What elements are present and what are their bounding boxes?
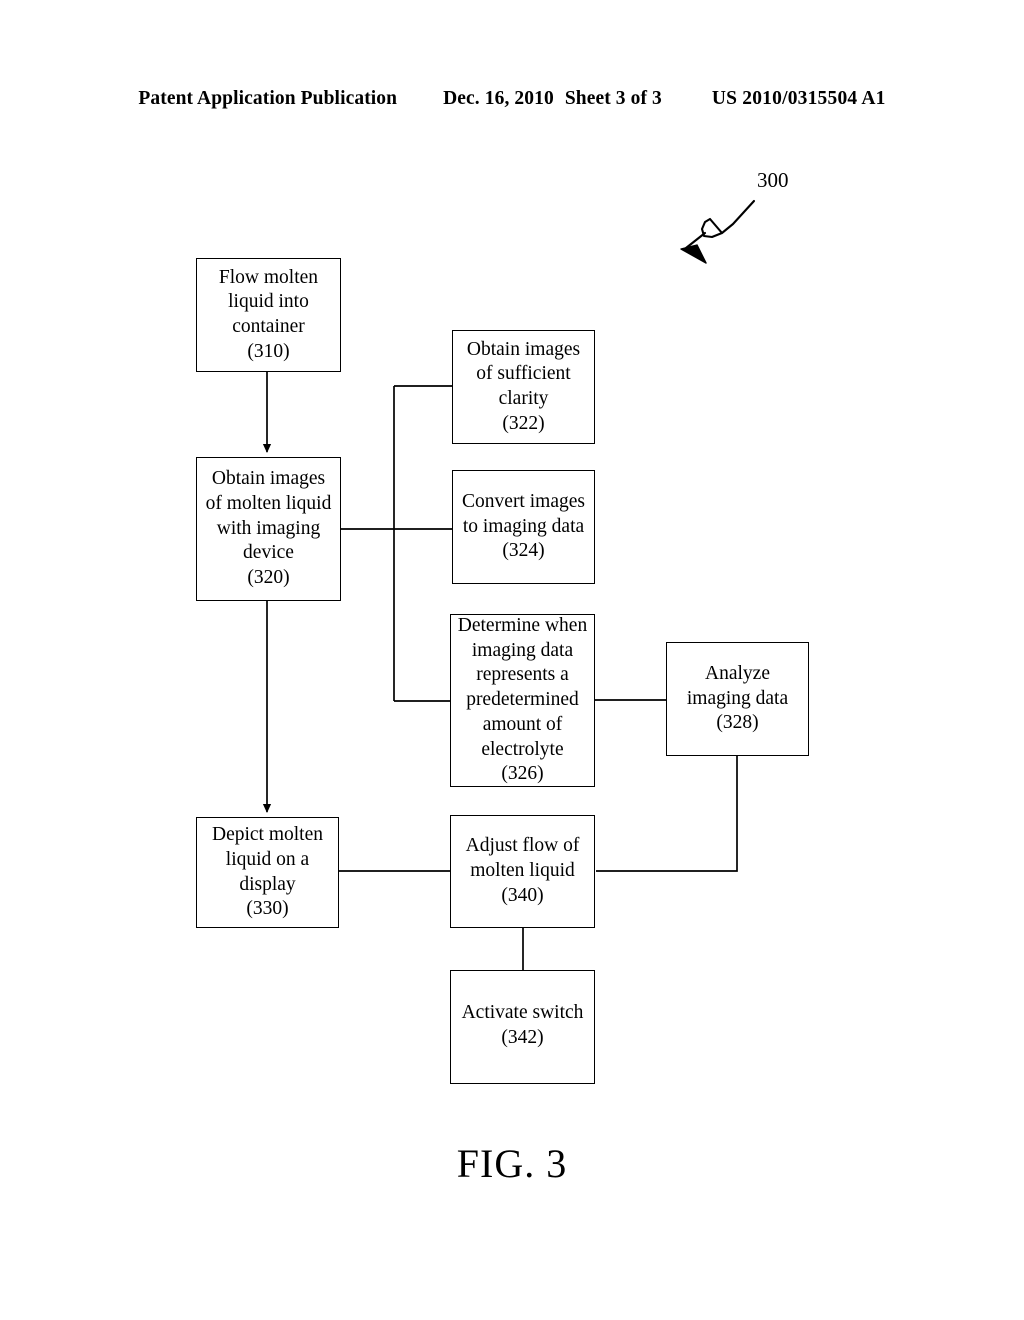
flow-box-328-line-2: imaging data — [686, 687, 789, 709]
flow-box-310-line-2: liquid into — [228, 291, 309, 313]
flow-box-322: Obtain images of sufficient clarity (322… — [452, 330, 595, 444]
connector-328-to-340 — [596, 756, 738, 872]
flow-box-328: Analyze imaging data (328) — [666, 642, 809, 756]
flow-box-310-line-1: Flow molten — [218, 266, 319, 288]
reference-lead-arrowhead-icon — [680, 244, 707, 264]
flow-box-320: Obtain images of molten liquid with imag… — [196, 457, 341, 601]
flow-box-310: Flow molten liquid into container (310) — [196, 258, 341, 372]
flow-box-310-line-3: container — [232, 316, 305, 337]
flow-box-330-ref: (330) — [246, 898, 289, 920]
flow-box-342-line-1: Activate switch — [461, 1002, 584, 1023]
flow-box-342: Activate switch (342) — [450, 970, 595, 1084]
flow-box-320-line-2: of molten liquid — [205, 492, 332, 514]
flow-box-326-line-3: represents a — [476, 664, 569, 686]
flow-box-326-ref: (326) — [501, 763, 544, 785]
flow-box-320-ref: (320) — [247, 567, 290, 589]
flow-box-326: Determine when imaging data represents a… — [450, 614, 595, 787]
flow-box-340-ref: (340) — [501, 884, 544, 906]
flow-box-328-line-1: Analyze — [705, 662, 770, 684]
flow-box-310-ref: (310) — [247, 340, 290, 362]
flow-box-326-line-6: electrolyte — [481, 738, 564, 760]
flow-box-320-line-1: Obtain images — [211, 468, 326, 490]
flow-box-330-line-1: Depict molten — [211, 824, 323, 845]
flow-box-340-line-1: Adjust flow of — [465, 835, 580, 857]
flow-box-324-ref: (324) — [502, 540, 545, 562]
flow-box-340: Adjust flow of molten liquid (340) — [450, 815, 595, 928]
reference-lead-line-icon — [700, 199, 756, 239]
flow-box-322-ref: (322) — [502, 412, 545, 434]
flow-box-326-line-2: imaging data — [471, 639, 574, 661]
figure-caption: FIG. 3 — [456, 1141, 568, 1186]
flow-box-326-line-4: predetermined — [466, 689, 579, 711]
flow-box-322-line-2: of sufficient — [476, 363, 571, 385]
flow-box-340-line-2: molten liquid — [470, 860, 575, 882]
flow-box-320-line-3: with imaging — [216, 517, 321, 539]
flow-box-342-ref: (342) — [501, 1026, 544, 1048]
flow-box-324: Convert images to imaging data (324) — [452, 470, 595, 584]
flowchart-figure: 300 Flow molten liquid into container (3… — [0, 0, 1024, 1320]
flow-box-330-line-2: liquid on a — [225, 848, 310, 870]
flow-box-322-line-1: Obtain images — [466, 338, 581, 360]
flow-box-326-line-5: amount of — [482, 713, 563, 735]
flow-box-330: Depict molten liquid on a display (330) — [196, 817, 339, 928]
flow-box-322-line-3: clarity — [498, 388, 549, 409]
flow-box-324-line-2: to imaging data — [462, 515, 585, 537]
flow-box-320-line-4: device — [243, 542, 294, 564]
flow-box-324-line-1: Convert images — [462, 490, 585, 512]
flow-box-330-line-3: display — [239, 873, 296, 895]
reference-numeral-300: 300 — [757, 168, 789, 192]
flow-box-326-line-1: Determine when — [457, 614, 588, 636]
flow-box-328-ref: (328) — [716, 712, 759, 734]
